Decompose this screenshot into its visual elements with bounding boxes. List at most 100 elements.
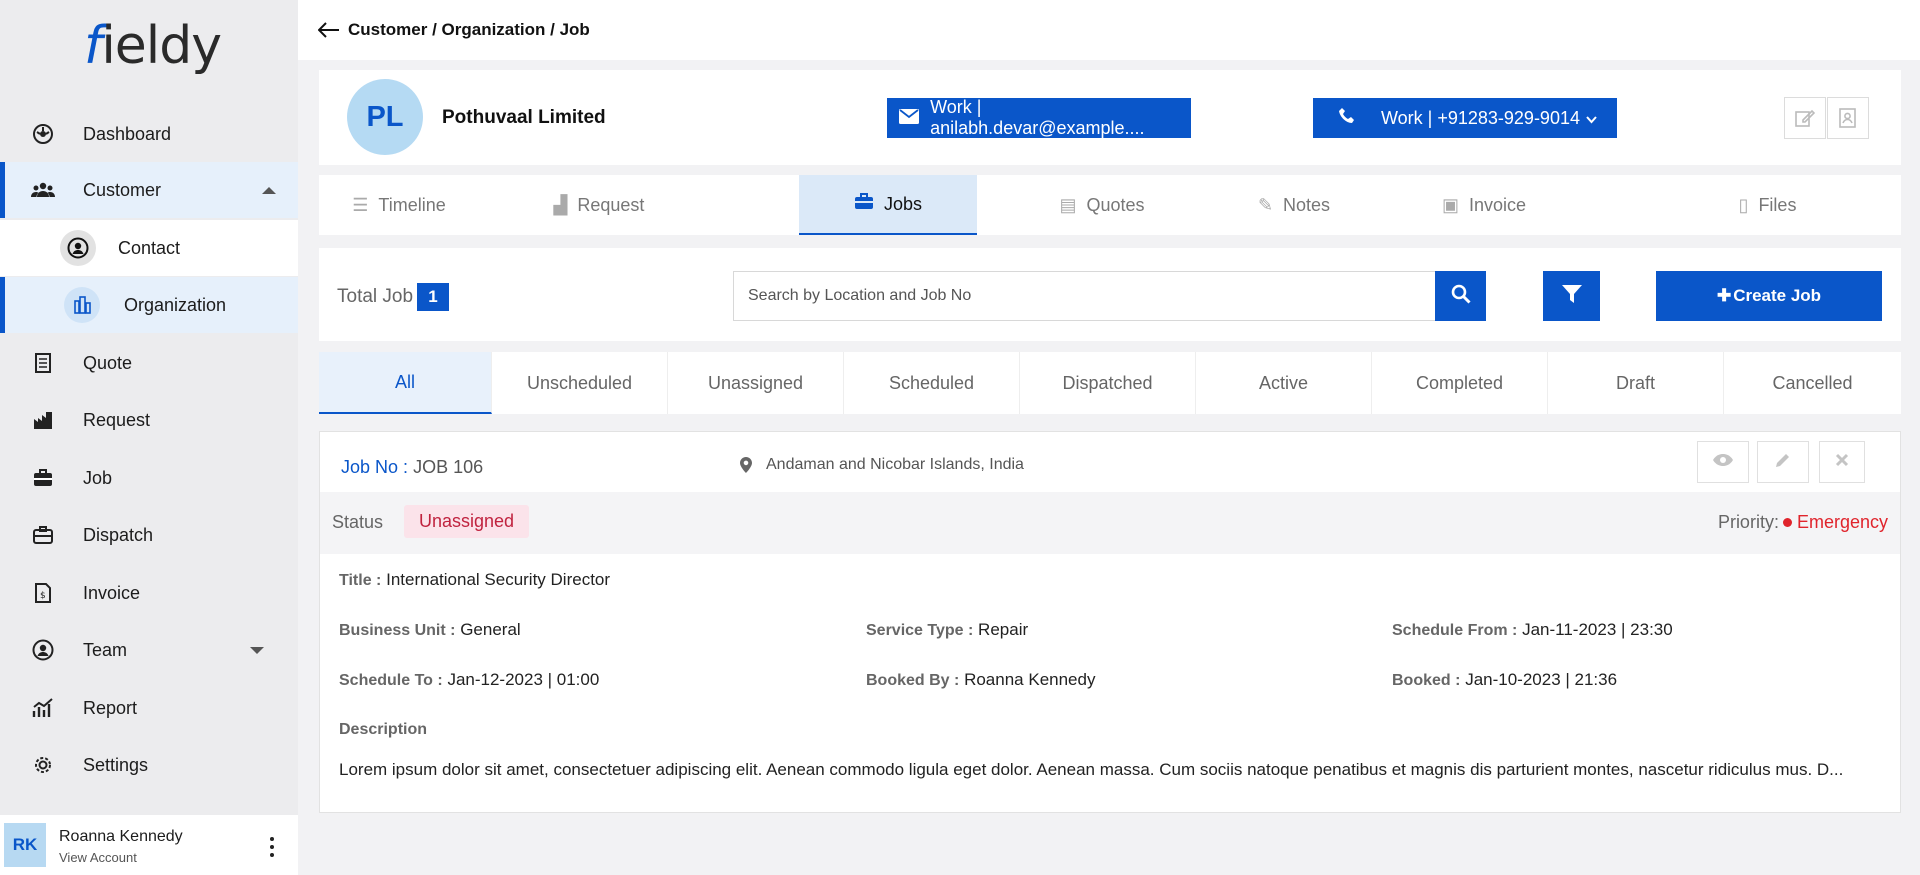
quote-icon [30, 350, 56, 376]
delete-job-button[interactable] [1819, 441, 1865, 483]
organization-header: PL Pothuvaal Limited Work | anilabh.deva… [319, 70, 1901, 165]
priority: Priority: Emergency [1717, 512, 1888, 532]
sidebar-item-label: Dashboard [83, 123, 172, 144]
sidebar-item-customer[interactable]: Customer [0, 162, 298, 218]
search-button[interactable] [1435, 271, 1486, 321]
dispatch-icon [30, 522, 56, 548]
chevron-up-icon[interactable] [262, 186, 276, 194]
tab-invoice[interactable]: ▣ Invoice [1359, 175, 1609, 235]
organization-name: Pothuvaal Limited [442, 107, 606, 128]
schedule-to: Schedule To : Jan-12-2023 | 01:00 [339, 670, 600, 689]
job-card: Job No : JOB 106 Andaman and Nicobar Isl… [319, 431, 1901, 813]
sidebar-item-request[interactable]: Request [0, 392, 298, 448]
search-icon [1451, 284, 1471, 309]
job-location: Andaman and Nicobar Islands, India [740, 456, 1024, 474]
more-vertical-icon[interactable] [268, 837, 276, 857]
status-tab-all[interactable]: All [319, 352, 492, 414]
sidebar-item-report[interactable]: Report [0, 680, 298, 736]
invoice-icon: ▣ [1441, 194, 1459, 215]
view-job-button[interactable] [1697, 441, 1749, 483]
dashboard-icon [30, 121, 56, 147]
envelope-icon [897, 108, 920, 129]
sidebar-item-invoice[interactable]: $ Invoice [0, 565, 298, 621]
account-panel[interactable]: RK Roanna Kennedy View Account [0, 815, 298, 875]
contact-card-button[interactable] [1827, 97, 1869, 139]
job-number[interactable]: Job No : JOB 106 [341, 457, 483, 478]
sidebar: fieldy Dashboard Customer Contact Organi… [0, 0, 298, 875]
sidebar-item-label: Invoice [83, 582, 141, 603]
edit-organization-button[interactable] [1784, 97, 1826, 139]
svg-text:$: $ [40, 591, 46, 601]
business-unit: Business Unit : General [339, 620, 521, 639]
timeline-icon: ☰ [352, 194, 369, 215]
fieldy-logo[interactable]: fieldy [84, 16, 222, 76]
sidebar-item-label: Quote [83, 352, 133, 373]
view-account-link[interactable]: View Account [59, 850, 137, 865]
job-toolbar: Total Job 1 ✚Create Job [319, 248, 1901, 341]
sidebar-item-quote[interactable]: Quote [0, 335, 298, 391]
status-tab-unscheduled[interactable]: Unscheduled [492, 352, 668, 414]
status-tab-scheduled[interactable]: Scheduled [844, 352, 1020, 414]
request-icon: ▟ [553, 194, 568, 215]
plus-icon: ✚ [1716, 286, 1732, 305]
filter-button[interactable] [1543, 271, 1600, 321]
sidebar-item-team[interactable]: Team [0, 622, 298, 678]
pencil-icon [1775, 452, 1791, 473]
contact-icon [60, 230, 96, 266]
tab-jobs[interactable]: Jobs [799, 175, 977, 235]
back-arrow-icon[interactable] [317, 18, 340, 44]
sidebar-item-label: Request [83, 409, 151, 430]
request-icon [30, 407, 56, 433]
status-tab-active[interactable]: Active [1196, 352, 1372, 414]
sidebar-item-dispatch[interactable]: Dispatch [0, 507, 298, 563]
status-tab-unassigned[interactable]: Unassigned [668, 352, 844, 414]
settings-icon [30, 752, 56, 778]
organization-avatar: PL [347, 79, 423, 155]
schedule-from: Schedule From : Jan-11-2023 | 23:30 [1392, 620, 1673, 639]
edit-job-button[interactable] [1757, 441, 1809, 483]
sidebar-subitem-label: Organization [124, 295, 227, 315]
tab-request[interactable]: ▟ Request [479, 175, 719, 235]
chevron-down-icon[interactable] [250, 646, 264, 654]
tab-files[interactable]: ▯ Files [1634, 175, 1901, 235]
organization-icon [64, 287, 100, 323]
create-job-button[interactable]: ✚ Create Job [1656, 271, 1882, 321]
avatar: RK [4, 823, 46, 867]
booked-by: Booked By : Roanna Kennedy [866, 670, 1096, 689]
status-row: Status Unassigned Priority: Emergency [320, 492, 1900, 554]
sidebar-subitem-label: Contact [118, 238, 181, 258]
sidebar-item-settings[interactable]: Settings [0, 737, 298, 793]
search-input[interactable] [733, 271, 1436, 321]
chevron-down-icon [1586, 108, 1597, 129]
email-chip[interactable]: Work | anilabh.devar@example.... [887, 97, 1191, 138]
status-tab-draft[interactable]: Draft [1548, 352, 1724, 414]
location-pin-icon [740, 457, 752, 473]
job-title: Title : International Security Director [339, 570, 611, 589]
detail-tabs: ☰ Timeline ▟ Request Jobs ▤ Quotes ✎ Notes ▣… [319, 175, 1901, 235]
email-text: Work | anilabh.devar@example.... [930, 97, 1145, 138]
sidebar-item-dashboard[interactable]: Dashboard [0, 106, 298, 162]
sidebar-subitem-contact[interactable]: Contact [0, 220, 298, 276]
sidebar-item-label: Team [83, 639, 128, 660]
status-tab-dispatched[interactable]: Dispatched [1020, 352, 1196, 414]
description-text: Lorem ipsum dolor sit amet, consectetuer… [339, 760, 1844, 779]
status-tab-cancelled[interactable]: Cancelled [1724, 352, 1901, 414]
account-name: Roanna Kennedy [59, 828, 183, 845]
sidebar-subitem-organization[interactable]: Organization [0, 277, 298, 333]
status-label: Status [332, 512, 384, 532]
filter-icon [1561, 284, 1582, 309]
briefcase-icon [854, 193, 874, 215]
close-icon [1835, 453, 1849, 472]
phone-text: Work | +91283-929-9014 [1381, 107, 1580, 128]
service-type: Service Type : Repair [866, 620, 1029, 639]
sidebar-item-label: Job [83, 467, 113, 488]
tab-timeline[interactable]: ☰ Timeline [319, 175, 479, 235]
sidebar-item-label: Settings [83, 754, 149, 775]
status-tab-completed[interactable]: Completed [1372, 352, 1548, 414]
sidebar-item-label: Customer [83, 179, 162, 200]
top-bar: Customer / Organization / Job [298, 0, 1920, 60]
sidebar-item-job[interactable]: Job [0, 450, 298, 506]
team-icon [30, 637, 56, 663]
phone-chip[interactable]: Work | +91283-929-9014 [1313, 98, 1617, 138]
report-icon [30, 695, 56, 721]
